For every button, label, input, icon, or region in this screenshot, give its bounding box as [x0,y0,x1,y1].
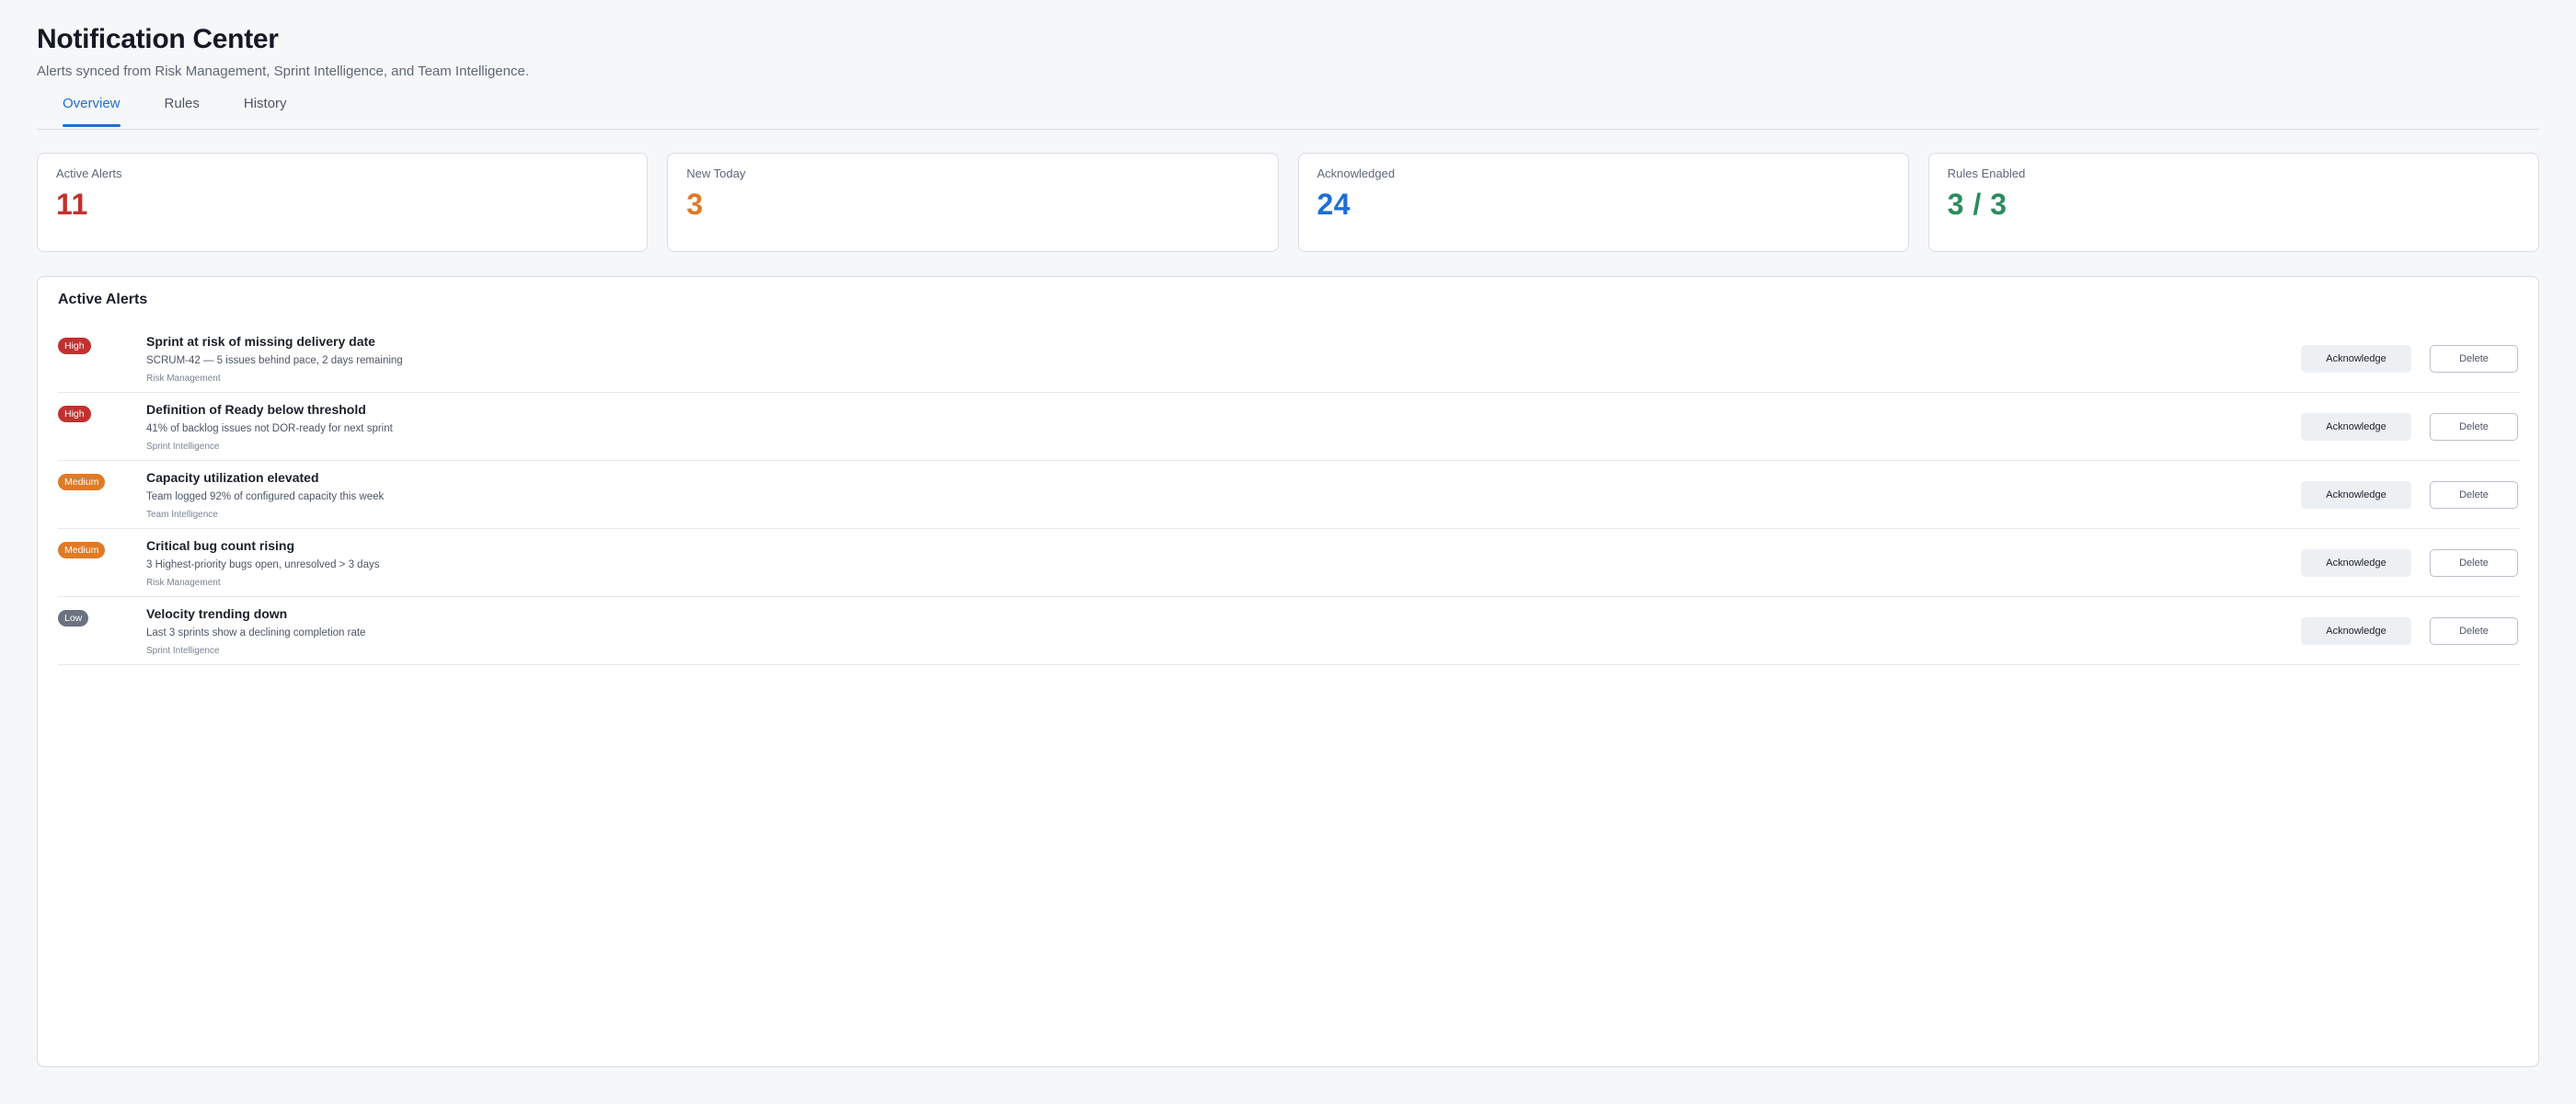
alert-description: 3 Highest-priority bugs open, unresolved… [146,559,380,570]
alert-list: High Sprint at risk of missing delivery … [58,325,2520,665]
acknowledge-button[interactable]: Acknowledge [2301,345,2411,373]
active-alerts-panel: Active Alerts High Sprint at risk of mis… [37,276,2539,1067]
stat-value: 24 [1317,188,1351,221]
delete-button[interactable]: Delete [2430,345,2518,373]
page-subtitle: Alerts synced from Risk Management, Spri… [37,63,529,79]
severity-badge: High [58,406,91,422]
alert-title: Sprint at risk of missing delivery date [146,334,375,349]
page-title: Notification Center [37,24,279,54]
stat-label: New Today [686,167,746,180]
alert-source: Risk Management [146,374,221,384]
tab-rules[interactable]: Rules [165,88,200,130]
stat-card-new-today: New Today 3 [667,153,1279,252]
stats-row: Active Alerts 11 New Today 3 Acknowledge… [37,153,2539,252]
severity-badge: High [58,338,91,354]
alert-title: Critical bug count rising [146,538,295,553]
alert-text: Critical bug count rising 3 Highest-prio… [146,538,379,588]
alert-text: Definition of Ready below threshold 41% … [146,402,393,452]
stat-value: 3 / 3 [1947,188,2007,221]
alert-row: Low Velocity trending down Last 3 sprint… [58,597,2520,665]
alert-row: Medium Capacity utilization elevated Tea… [58,461,2520,529]
page-header: Notification Center Alerts synced from R… [37,24,529,79]
alert-row: Medium Critical bug count rising 3 Highe… [58,529,2520,597]
stat-card-rules-enabled: Rules Enabled 3 / 3 [1927,153,2539,252]
tab-overview[interactable]: Overview [63,88,121,130]
acknowledge-button[interactable]: Acknowledge [2301,549,2411,577]
stat-label: Acknowledged [1317,167,1396,180]
severity-badge: Low [58,610,89,627]
alert-source: Sprint Intelligence [146,442,220,452]
stat-label: Rules Enabled [1947,167,2026,180]
stat-card-active-alerts: Active Alerts 11 [37,153,649,252]
acknowledge-button[interactable]: Acknowledge [2301,617,2411,645]
delete-button[interactable]: Delete [2430,481,2518,509]
alert-text: Capacity utilization elevated Team logge… [146,470,384,520]
delete-button[interactable]: Delete [2430,549,2518,577]
stat-value: 11 [56,188,88,221]
severity-badge: Medium [58,542,106,558]
alert-row: High Sprint at risk of missing delivery … [58,325,2520,393]
severity-badge: Medium [58,474,106,490]
alert-row: High Definition of Ready below threshold… [58,393,2520,461]
alert-text: Sprint at risk of missing delivery date … [146,334,403,384]
alert-description: Team logged 92% of configured capacity t… [146,491,385,502]
alert-source: Team Intelligence [146,510,218,520]
tab-bar: Overview Rules History [37,88,2539,130]
acknowledge-button[interactable]: Acknowledge [2301,413,2411,441]
delete-button[interactable]: Delete [2430,413,2518,441]
alert-title: Definition of Ready below threshold [146,402,366,417]
tab-history[interactable]: History [244,88,287,130]
stat-value: 3 [686,188,704,221]
alert-description: Last 3 sprints show a declining completi… [146,627,366,638]
alert-title: Capacity utilization elevated [146,470,319,485]
acknowledge-button[interactable]: Acknowledge [2301,481,2411,509]
delete-button[interactable]: Delete [2430,617,2518,645]
panel-title: Active Alerts [58,292,148,307]
alert-description: SCRUM-42 — 5 issues behind pace, 2 days … [146,355,403,366]
stat-label: Active Alerts [56,167,122,180]
stat-card-acknowledged: Acknowledged 24 [1297,153,1909,252]
alert-title: Velocity trending down [146,606,288,621]
alert-source: Sprint Intelligence [146,646,220,656]
alert-text: Velocity trending down Last 3 sprints sh… [146,606,365,656]
alert-source: Risk Management [146,578,221,588]
alert-description: 41% of backlog issues not DOR-ready for … [146,423,393,434]
